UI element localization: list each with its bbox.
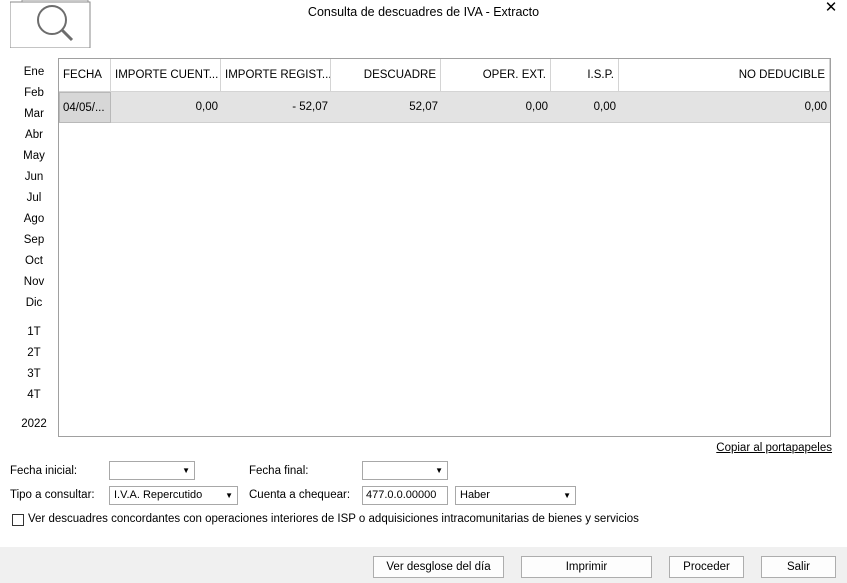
chevron-down-icon: ▼: [182, 466, 190, 475]
fecha-inicial-dropdown[interactable]: ▼: [109, 461, 195, 480]
period-month-ene[interactable]: Ene: [14, 64, 54, 80]
close-icon[interactable]: ✕: [823, 0, 839, 16]
period-year[interactable]: 2022: [14, 416, 54, 432]
isp-concordantes-label: Ver descuadres concordantes con operacio…: [28, 513, 639, 525]
column-header-fecha[interactable]: FECHA: [59, 59, 111, 92]
period-month-dic[interactable]: Dic: [14, 295, 54, 311]
period-quarter-2t[interactable]: 2T: [14, 345, 54, 361]
column-header-importe-registro[interactable]: IMPORTE REGIST...: [221, 59, 331, 92]
salir-button[interactable]: Salir: [761, 556, 836, 578]
column-header-oper-ext[interactable]: OPER. EXT.: [441, 59, 551, 92]
cuenta-chequear-field[interactable]: 477.0.0.00000: [362, 486, 448, 505]
period-month-jun[interactable]: Jun: [14, 169, 54, 185]
period-month-sep[interactable]: Sep: [14, 232, 54, 248]
cell-importe-registro: - 52,07: [221, 92, 331, 123]
isp-concordantes-checkbox[interactable]: [12, 514, 24, 526]
proceder-button[interactable]: Proceder: [669, 556, 744, 578]
debe-haber-dropdown[interactable]: Haber ▼: [455, 486, 576, 505]
period-month-abr[interactable]: Abr: [14, 127, 54, 143]
period-quarter-4t[interactable]: 4T: [14, 387, 54, 403]
cell-isp: 0,00: [551, 92, 619, 123]
column-header-descuadre[interactable]: DESCUADRE: [331, 59, 441, 92]
table-header: FECHA IMPORTE CUENT... IMPORTE REGIST...…: [59, 59, 830, 92]
cell-importe-cuenta: 0,00: [111, 92, 221, 123]
imprimir-button[interactable]: Imprimir: [521, 556, 652, 578]
period-month-feb[interactable]: Feb: [14, 85, 54, 101]
period-month-ago[interactable]: Ago: [14, 211, 54, 227]
chevron-down-icon: ▼: [225, 491, 233, 500]
period-month-jul[interactable]: Jul: [14, 190, 54, 206]
period-month-nov[interactable]: Nov: [14, 274, 54, 290]
column-header-no-deducible[interactable]: NO DEDUCIBLE: [619, 59, 830, 92]
fecha-final-label: Fecha final:: [249, 465, 309, 477]
chevron-down-icon: ▼: [563, 491, 571, 500]
fecha-final-dropdown[interactable]: ▼: [362, 461, 448, 480]
ver-desglose-button[interactable]: Ver desglose del día: [373, 556, 504, 578]
debe-haber-value: Haber: [460, 489, 490, 501]
copy-to-clipboard-link[interactable]: Copiar al portapapeles: [716, 442, 832, 454]
tipo-consultar-value: I.V.A. Repercutido: [114, 489, 203, 501]
window-title: Consulta de descuadres de IVA - Extracto: [307, 5, 540, 19]
period-month-oct[interactable]: Oct: [14, 253, 54, 269]
period-quarter-3t[interactable]: 3T: [14, 366, 54, 382]
cell-fecha: 04/05/...: [59, 92, 111, 123]
cell-no-deducible: 0,00: [619, 92, 830, 123]
fecha-inicial-label: Fecha inicial:: [10, 465, 78, 477]
tipo-consultar-label: Tipo a consultar:: [10, 489, 95, 501]
period-quarter-1t[interactable]: 1T: [14, 324, 54, 340]
column-header-importe-cuenta[interactable]: IMPORTE CUENT...: [111, 59, 221, 92]
cuenta-chequear-label: Cuenta a chequear:: [249, 489, 351, 501]
period-month-may[interactable]: May: [14, 148, 54, 164]
descuadres-table[interactable]: FECHA IMPORTE CUENT... IMPORTE REGIST...…: [58, 58, 831, 437]
cell-descuadre: 52,07: [331, 92, 441, 123]
chevron-down-icon: ▼: [435, 466, 443, 475]
tipo-consultar-dropdown[interactable]: I.V.A. Repercutido ▼: [109, 486, 238, 505]
cell-oper-ext: 0,00: [441, 92, 551, 123]
period-month-mar[interactable]: Mar: [14, 106, 54, 122]
table-row[interactable]: 04/05/... 0,00 - 52,07 52,07 0,00 0,00 0…: [59, 92, 830, 123]
column-header-isp[interactable]: I.S.P.: [551, 59, 619, 92]
